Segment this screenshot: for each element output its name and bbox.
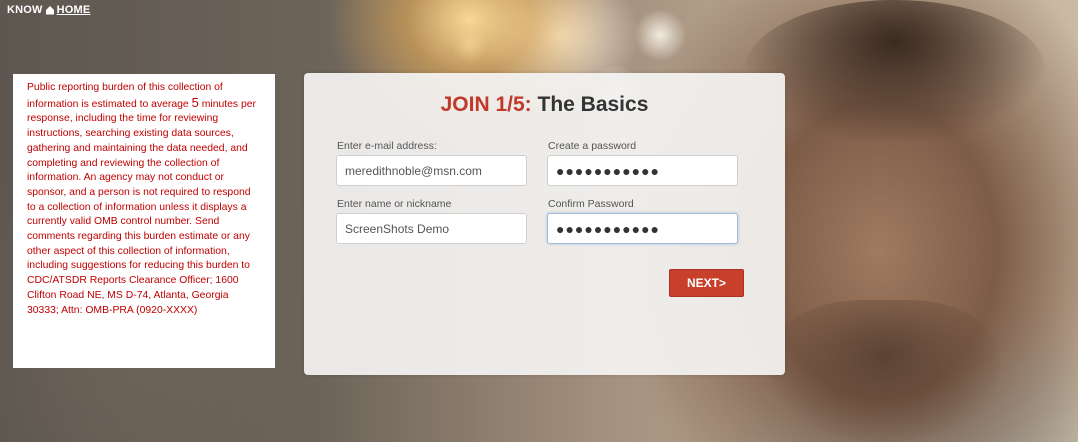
signup-form-card: JOIN 1/5: The Basics Enter e-mail addres… — [304, 73, 785, 375]
house-icon — [45, 6, 54, 15]
next-button[interactable]: NEXT> — [669, 269, 744, 297]
form-title: JOIN 1/5: The Basics — [304, 93, 785, 117]
email-label: Enter e-mail address: — [337, 140, 437, 152]
password-field[interactable] — [547, 155, 738, 186]
disclaimer-minutes: 5 — [191, 94, 199, 110]
password-label: Create a password — [548, 140, 637, 152]
background-beard-shading — [770, 300, 1000, 442]
name-label: Enter name or nickname — [337, 198, 452, 210]
form-title-text: The Basics — [531, 93, 649, 116]
logo-text-home: HOME — [56, 4, 91, 16]
confirm-password-field[interactable] — [547, 213, 738, 244]
disclaimer-text-end: minutes per response, including the time… — [27, 98, 257, 316]
site-logo[interactable]: KNOW HOME — [7, 4, 90, 16]
name-field[interactable] — [336, 213, 527, 244]
background-hair-shading — [745, 0, 1045, 140]
burden-disclaimer: Public reporting burden of this collecti… — [13, 74, 275, 368]
background-photo: KNOW HOME Public reporting burden of thi… — [0, 0, 1078, 442]
confirm-password-label: Confirm Password — [548, 198, 634, 210]
email-field[interactable] — [336, 155, 527, 186]
form-step-indicator: JOIN 1/5: — [440, 93, 532, 116]
logo-text-know: KNOW — [7, 4, 43, 16]
